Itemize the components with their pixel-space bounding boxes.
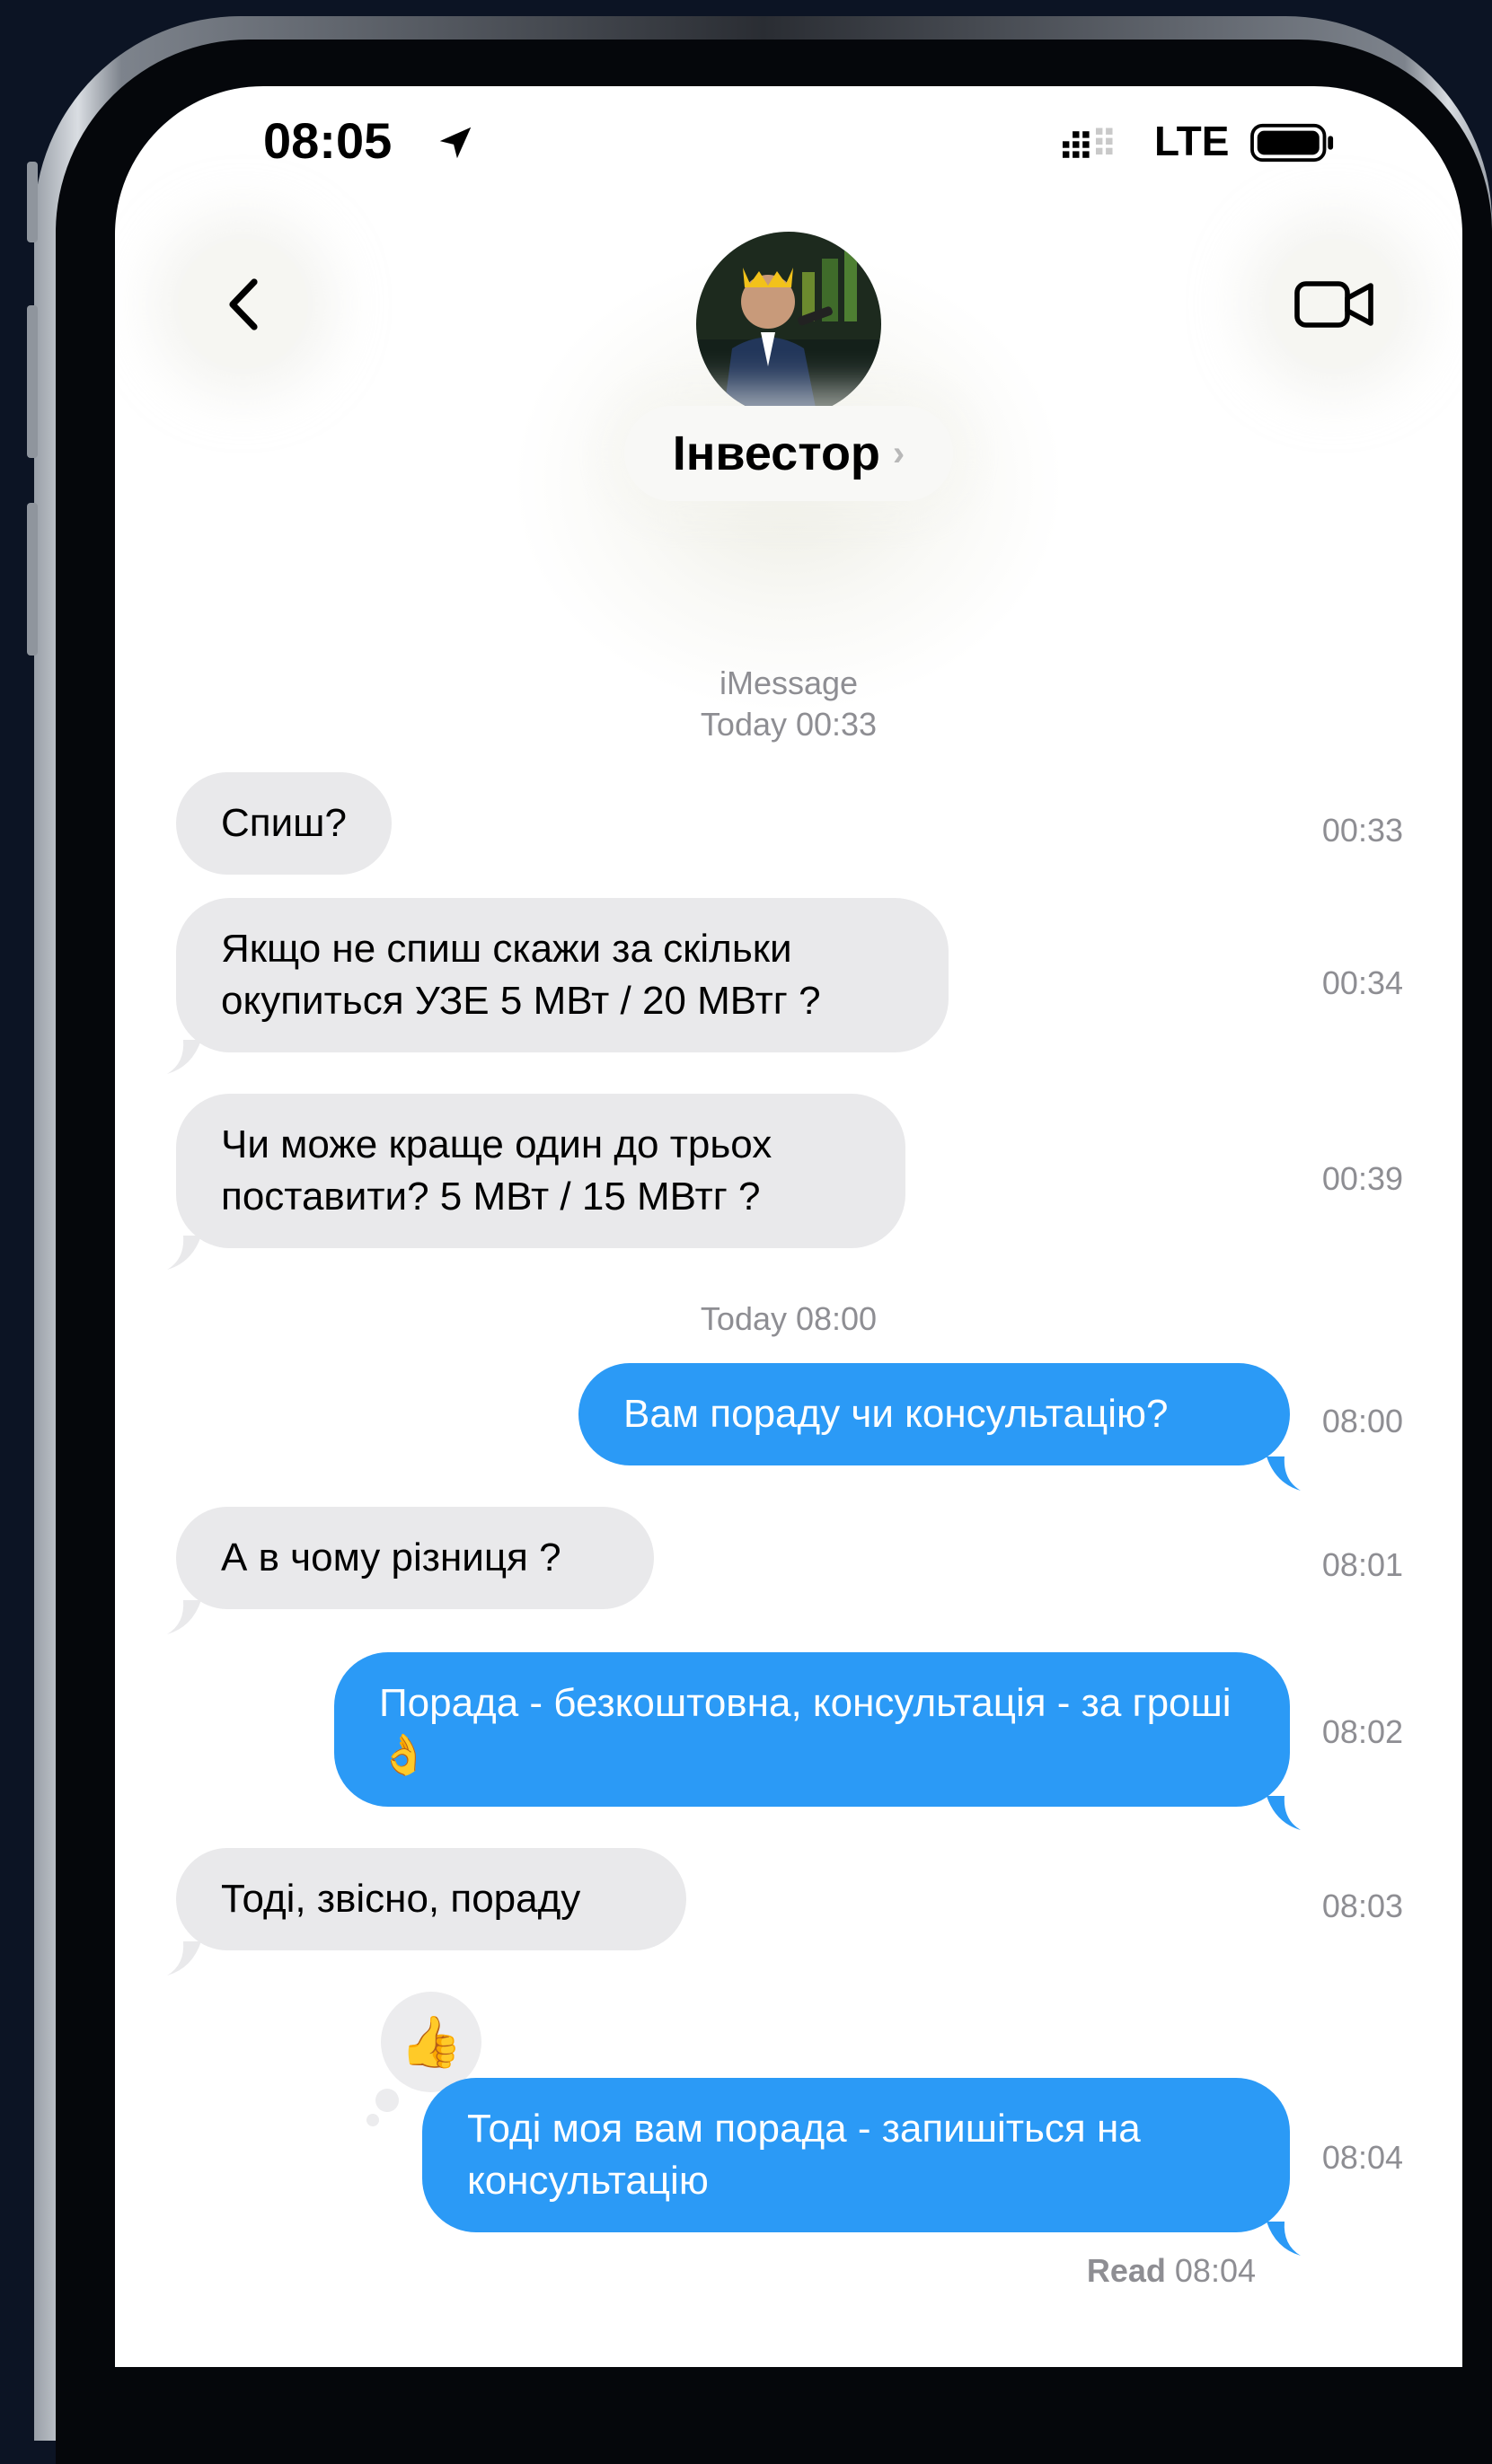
day-separator-text: Today 08:00: [700, 1300, 878, 1337]
side-button: [27, 305, 38, 458]
message-time: 08:01: [1321, 1546, 1403, 1583]
location-arrow-icon: [439, 127, 472, 159]
side-button: [27, 162, 38, 242]
battery-icon: [1250, 123, 1334, 163]
read-time: 08:04: [1174, 2252, 1256, 2289]
message-text: А в чому різниця ?: [221, 1536, 561, 1580]
message-text: Чи може краще один до трьох поставити? 5…: [221, 1122, 772, 1219]
message-time: 00:34: [1321, 964, 1403, 1001]
bubble-tail: [167, 1600, 201, 1634]
message-bubble-incoming[interactable]: Тоді, звісно, пораду: [176, 1848, 686, 1950]
message-bubble-incoming[interactable]: Спиш?: [176, 772, 392, 875]
day-separator: Today 00:33: [115, 706, 1462, 744]
message-time: 08:03: [1321, 1888, 1403, 1924]
day-separator: Today 08:00: [115, 1300, 1462, 1338]
message-bubble-incoming[interactable]: Якщо не спиш скажи за скільки окупиться …: [176, 898, 949, 1052]
thumbs-up-reaction[interactable]: 👍: [381, 1992, 481, 2092]
read-receipt: Read 08:04: [1087, 2252, 1256, 2290]
message-time: 00:33: [1321, 812, 1403, 849]
bubble-tail: [1267, 1456, 1301, 1491]
video-call-button[interactable]: [1269, 239, 1399, 369]
status-time: 08:05: [263, 112, 393, 169]
reaction-dot: [375, 2089, 399, 2112]
message-bubble-outgoing[interactable]: Порада - безкоштовна, консультація - за …: [334, 1652, 1290, 1807]
bubble-tail: [167, 1941, 201, 1976]
contact-name: Інвестор: [672, 427, 880, 480]
message-bubble-outgoing[interactable]: Вам пораду чи консультацію?: [578, 1363, 1290, 1465]
phone-screen: 08:05 LTE Інвестор › iMessage Today 00:3…: [115, 86, 1462, 2367]
avatar-image: [696, 232, 881, 417]
network-label: LTE: [1154, 118, 1230, 164]
read-label: Read: [1086, 2252, 1166, 2289]
bubble-tail: [1267, 1796, 1301, 1830]
bubble-tail: [1267, 2222, 1301, 2256]
message-time: 08:00: [1321, 1403, 1403, 1439]
reaction-dot: [366, 2114, 379, 2126]
message-text: Порада - безкоштовна, консультація - за …: [379, 1681, 1232, 1777]
message-time: 08:02: [1321, 1713, 1403, 1750]
status-bar: 08:05 LTE: [115, 86, 1462, 203]
contact-name-pill[interactable]: Інвестор ›: [624, 406, 953, 501]
contact-avatar[interactable]: [696, 232, 881, 417]
back-button[interactable]: [178, 239, 308, 369]
message-bubble-incoming[interactable]: Чи може краще один до трьох поставити? 5…: [176, 1094, 905, 1248]
side-button: [27, 503, 38, 656]
message-time: 08:04: [1321, 2139, 1403, 2176]
message-bubble-outgoing[interactable]: Тоді моя вам порада - запишіться на конс…: [422, 2078, 1290, 2232]
video-camera-icon: [1293, 280, 1373, 328]
message-text: Тоді, звісно, пораду: [221, 1877, 581, 1921]
signal-bars-icon: [1063, 128, 1113, 158]
message-text: Спиш?: [221, 801, 347, 845]
bubble-tail: [167, 1040, 201, 1074]
message-time: 00:39: [1321, 1160, 1403, 1197]
service-label: iMessage: [719, 664, 859, 701]
message-text: Вам пораду чи консультацію?: [623, 1392, 1169, 1436]
message-text: Якщо не спиш скажи за скільки окупиться …: [221, 927, 821, 1023]
bubble-tail: [167, 1236, 201, 1270]
chevron-left-icon: [228, 277, 258, 330]
thumbs-up-icon: 👍: [400, 2013, 463, 2070]
message-bubble-incoming[interactable]: А в чому різниця ?: [176, 1507, 654, 1609]
chevron-right-icon: ›: [892, 433, 905, 473]
message-text: Тоді моя вам порада - запишіться на конс…: [467, 2107, 1141, 2203]
day-separator-text: Today 00:33: [700, 706, 878, 743]
